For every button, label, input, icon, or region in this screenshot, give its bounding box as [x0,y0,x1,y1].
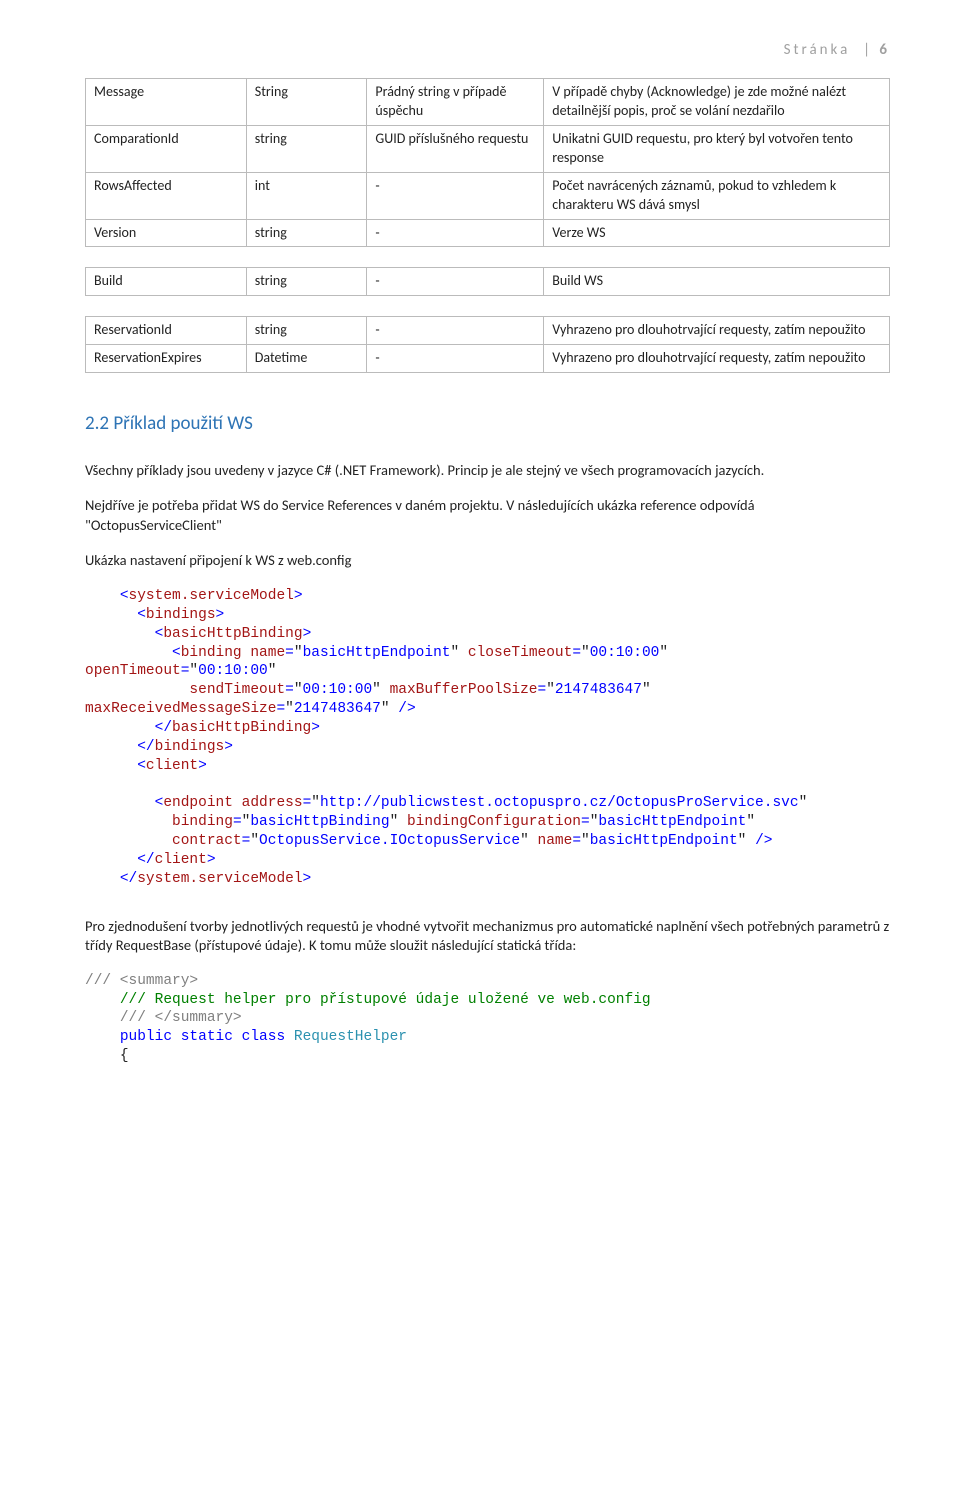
cell: ComparationId [86,126,247,173]
page-header: Stránka | 6 [85,40,890,60]
paragraph: Všechny příklady jsou uvedeny v jazyce C… [85,461,890,481]
cell: string [246,219,367,247]
paragraph: Pro zjednodušení tvorby jednotlivých req… [85,917,890,956]
cell: - [367,172,544,219]
paragraph: Ukázka nastavení připojení k WS z web.co… [85,551,890,571]
table-2: Build string - Build WS [85,267,890,296]
cell: RowsAffected [86,172,247,219]
cell: Build [86,268,247,296]
cell: int [246,172,367,219]
page-header-number: 6 [879,41,890,59]
page-header-label: Stránka [784,41,851,59]
cell: Prádný string v případě úspěchu [367,79,544,126]
paragraph: Nejdříve je potřeba přidat WS do Service… [85,496,890,535]
code-block-xml: <system.serviceModel> <bindings> <basicH… [85,587,890,889]
cell: Počet navrácených záznamů, pokud to vzhl… [544,172,890,219]
code-block-csharp: /// <summary> /// Request helper pro pří… [85,972,890,1066]
cell: - [367,219,544,247]
cell: string [246,126,367,173]
cell: GUID příslušného requestu [367,126,544,173]
cell: - [367,268,544,296]
cell: Version [86,219,247,247]
table-3: ReservationId string - Vyhrazeno pro dlo… [85,316,890,373]
cell: Vyhrazeno pro dlouhotrvající requesty, z… [544,345,890,373]
table-row: ReservationExpires Datetime - Vyhrazeno … [86,345,890,373]
cell: ReservationExpires [86,345,247,373]
table-row: Version string - Verze WS [86,219,890,247]
cell: string [246,317,367,345]
cell: - [367,345,544,373]
cell: string [246,268,367,296]
table-row: Build string - Build WS [86,268,890,296]
section-heading: 2.2 Příklad použití WS [85,411,890,437]
cell: Vyhrazeno pro dlouhotrvající requesty, z… [544,317,890,345]
table-row: ReservationId string - Vyhrazeno pro dlo… [86,317,890,345]
table-1: Message String Prádný string v případě ú… [85,78,890,247]
cell: Verze WS [544,219,890,247]
table-row: RowsAffected int - Počet navrácených záz… [86,172,890,219]
cell: Unikatni GUID requestu, pro který byl vo… [544,126,890,173]
cell: Datetime [246,345,367,373]
cell: String [246,79,367,126]
cell: - [367,317,544,345]
cell: Message [86,79,247,126]
cell: ReservationId [86,317,247,345]
table-row: Message String Prádný string v případě ú… [86,79,890,126]
table-row: ComparationId string GUID příslušného re… [86,126,890,173]
cell: Build WS [544,268,890,296]
cell: V případě chyby (Acknowledge) je zde mož… [544,79,890,126]
